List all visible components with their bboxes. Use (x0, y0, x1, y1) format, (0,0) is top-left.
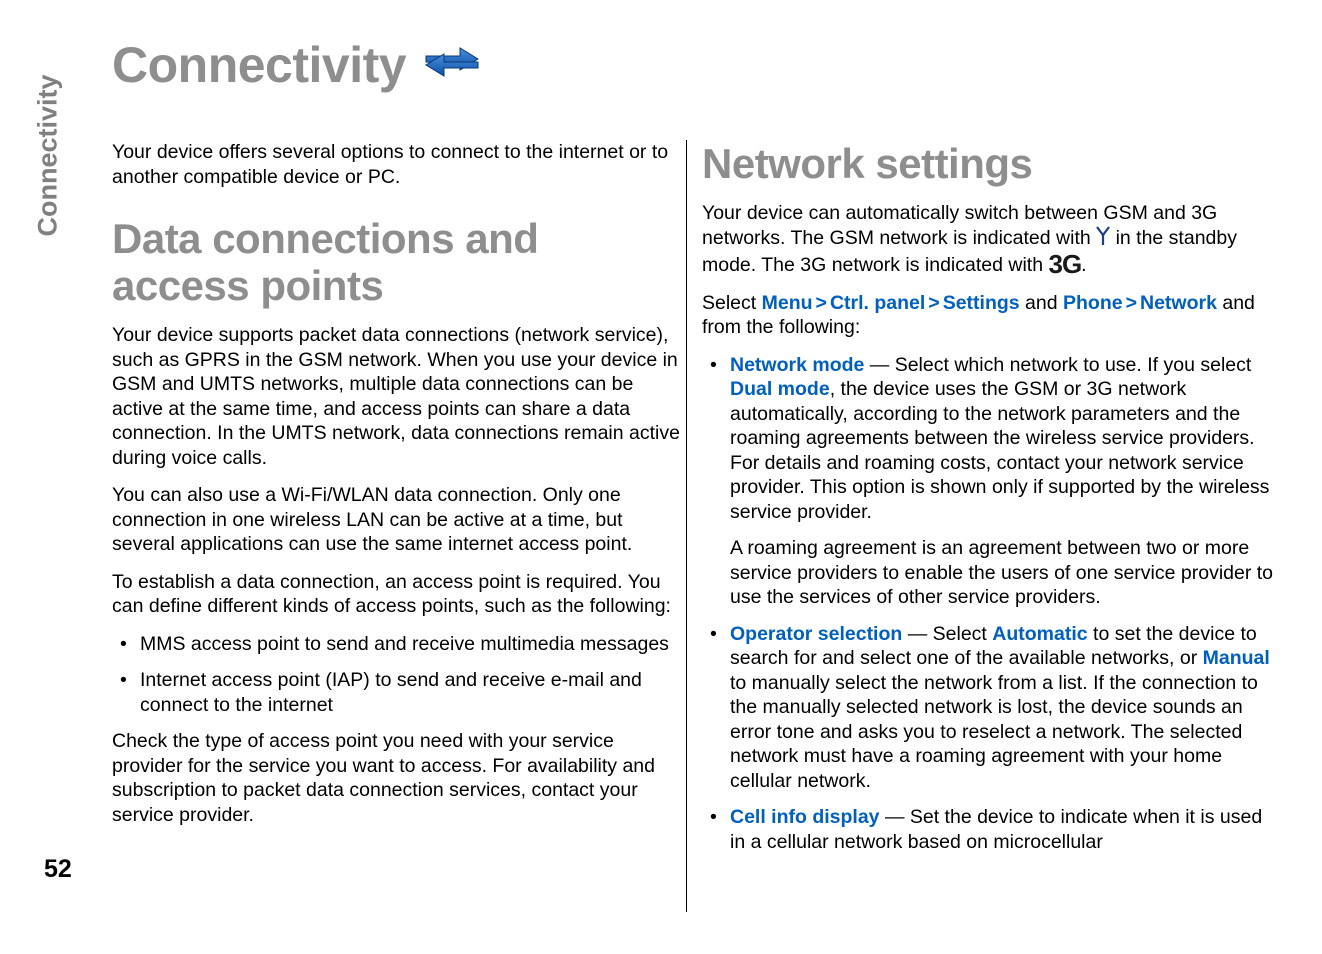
bullet-marker: • (120, 632, 127, 655)
paragraph-2: You can also use a Wi-Fi/WLAN data conne… (112, 484, 633, 555)
vertical-running-head: Connectivity (0, 0, 96, 954)
list-item-text: Internet access point (IAP) to send and … (140, 669, 642, 716)
page-title: Connectivity (112, 36, 480, 102)
setting-term-network-mode: Network mode (730, 353, 865, 376)
select-prefix: Select (702, 291, 757, 314)
menu-path-settings[interactable]: Settings (943, 292, 1020, 314)
menu-path-menu[interactable]: Menu (762, 292, 813, 314)
page-title-text: Connectivity (112, 37, 407, 94)
network-settings-bullet-list: • Network mode — Select which network to… (702, 353, 1274, 855)
list-item: • Cell info display — Set the device to … (702, 805, 1274, 854)
em-dash: — (884, 806, 905, 828)
closing-paragraph: Check the type of access point you need … (112, 730, 656, 826)
list-item: • Network mode — Select which network to… (702, 353, 1274, 610)
left-column: Your device offers several options to co… (112, 140, 682, 840)
bullet-marker: • (710, 806, 717, 828)
menu-path-paragraph: Select Menu > Ctrl. panel > Settings and Pho… (702, 291, 1274, 340)
section-heading-network-settings: Network settings (702, 140, 1033, 187)
em-dash: — (869, 353, 890, 376)
path-separator: > (928, 291, 940, 314)
setting-text-a: Select (932, 622, 987, 645)
menu-path-network[interactable]: Network (1140, 292, 1217, 314)
list-item-text: MMS access point to send and receive mul… (140, 632, 669, 655)
bullet-marker: • (710, 353, 717, 376)
list-item: • Operator selection — Select Automatic … (702, 622, 1274, 794)
blue-double-arrow-icon (424, 36, 480, 94)
menu-path-phone[interactable]: Phone (1063, 292, 1123, 314)
setting-value-manual: Manual (1202, 647, 1270, 669)
paragraph-1: Your device supports packet data connect… (112, 324, 680, 469)
3g-icon: 3G (1048, 249, 1082, 279)
page-number: 52 (44, 855, 72, 883)
list-item: • Internet access point (IAP) to send an… (112, 668, 682, 717)
intro-paragraph: Your device offers several options to co… (112, 141, 669, 188)
network-intro-part3: . (1081, 254, 1087, 276)
path-separator: > (815, 291, 827, 314)
em-dash: — (907, 622, 928, 645)
antenna-icon (1096, 225, 1111, 253)
paragraph-3: To establish a data connection, an acces… (112, 570, 671, 618)
right-column: Network settings Your device can automat… (702, 140, 1274, 866)
section-heading-data-connections: Data connections and access points (112, 215, 539, 309)
select-and: and (1025, 291, 1058, 314)
setting-value-automatic: Automatic (992, 622, 1088, 645)
roaming-agreement-paragraph: A roaming agreement is an agreement betw… (730, 537, 1274, 608)
menu-path-ctrl-panel[interactable]: Ctrl. panel (830, 292, 925, 314)
path-separator: > (1125, 291, 1137, 314)
list-item: • MMS access point to send and receive m… (112, 632, 682, 657)
document-page: Connectivity 52 Connectivity Your device… (0, 0, 1322, 954)
setting-text-a: Select which network to use. If you sele… (894, 353, 1252, 376)
setting-text-c: to manually select the network from a li… (730, 671, 1258, 792)
bullet-marker: • (710, 622, 717, 645)
setting-term-operator-selection: Operator selection (730, 622, 903, 645)
setting-term-cell-info-display: Cell info display (730, 806, 880, 828)
bullet-marker: • (120, 669, 127, 691)
network-intro-paragraph: Your device can automatically switch bet… (702, 201, 1274, 278)
running-head-text: Connectivity (32, 74, 63, 237)
column-divider (686, 140, 687, 912)
setting-value-dual-mode: Dual mode (730, 378, 830, 400)
access-point-bullet-list: • MMS access point to send and receive m… (112, 632, 682, 718)
